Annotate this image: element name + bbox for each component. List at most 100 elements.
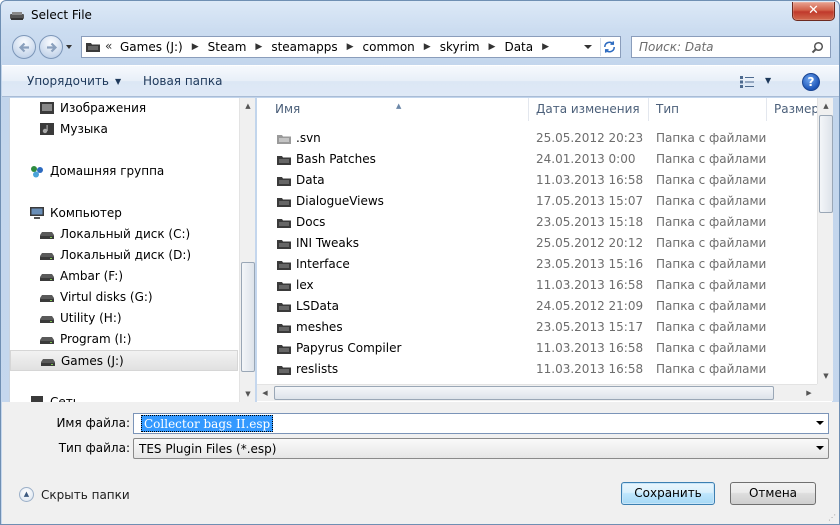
file-row[interactable]: .svn 25.05.2012 20:23 Папка с файлами: [257, 128, 818, 149]
chevron-up-icon: ▲: [19, 487, 34, 502]
sidebar-item[interactable]: Музыка: [10, 119, 238, 140]
file-type: Папка с файлами: [656, 173, 767, 187]
title-bar[interactable]: Select File ✕: [1, 1, 839, 31]
recent-pages-dropdown-icon[interactable]: [65, 43, 73, 51]
chevron-down-icon[interactable]: [816, 446, 824, 450]
chevron-right-icon[interactable]: ▶: [192, 42, 199, 54]
sidebar-item[interactable]: Program (I:): [10, 329, 238, 350]
file-row[interactable]: DialogueViews 17.05.2013 15:07 Папка с фай…: [257, 191, 818, 212]
forward-button[interactable]: [39, 35, 63, 59]
new-folder-button[interactable]: Новая папка: [143, 74, 222, 88]
address-overflow-chevron[interactable]: «: [105, 39, 112, 53]
sidebar-item[interactable]: Локальный диск (D:): [10, 245, 238, 266]
search-icon[interactable]: [811, 41, 824, 54]
scrollbar-thumb[interactable]: [274, 386, 774, 400]
sidebar-item[interactable]: Ambar (F:): [10, 266, 238, 287]
file-row[interactable]: Papyrus Compiler 11.03.2013 16:58 Папка с …: [257, 338, 818, 359]
scrollbar-thumb[interactable]: [819, 115, 833, 213]
chevron-right-icon[interactable]: ▶: [542, 42, 549, 54]
file-row[interactable]: lex 11.03.2013 16:58 Папка с файлами: [257, 275, 818, 296]
column-header-date[interactable]: Дата изменения: [529, 98, 649, 121]
file-date: 11.03.2013 16:58: [536, 341, 644, 355]
sidebar-item[interactable]: Сеть: [10, 392, 238, 402]
folder-icon: [277, 240, 291, 249]
network-icon: [31, 396, 43, 402]
navigation-pane-scrollbar[interactable]: ▲ ▼: [239, 98, 255, 402]
sidebar-item[interactable]: Utility (H:): [10, 308, 238, 329]
drive-icon: [40, 253, 54, 260]
filetype-select[interactable]: TES Plugin Files (*.esp): [133, 438, 829, 459]
sidebar-item-label: Ambar (F:): [60, 269, 123, 283]
scrollbar-thumb[interactable]: [241, 262, 255, 372]
breadcrumb-item[interactable]: Games (J:): [120, 40, 183, 54]
sidebar-item-label: Локальный диск (D:): [60, 248, 192, 262]
file-type: Папка с файлами: [656, 320, 767, 334]
file-date: 23.05.2013 15:17: [536, 320, 644, 334]
filename-field[interactable]: Collector bags II.esp: [133, 413, 829, 434]
folder-icon: [277, 261, 291, 270]
column-header-name[interactable]: ▲ Имя: [257, 98, 529, 121]
chevron-down-icon[interactable]: [816, 421, 824, 425]
sidebar-item[interactable]: Компьютер: [10, 203, 238, 224]
file-type: Папка с файлами: [656, 278, 767, 292]
scroll-up-icon[interactable]: ▲: [818, 98, 834, 114]
search-input[interactable]: Поиск: Data: [639, 40, 714, 54]
sidebar-item-label: Музыка: [60, 122, 108, 136]
scroll-right-icon[interactable]: ▶: [801, 385, 817, 401]
file-row[interactable]: Data 11.03.2013 16:58 Папка с файлами: [257, 170, 818, 191]
drive-icon: [40, 316, 54, 323]
homegroup-icon: [31, 166, 43, 178]
organize-button[interactable]: Упорядочить ▼: [27, 74, 121, 88]
back-button[interactable]: [12, 35, 36, 59]
address-bar[interactable]: « Games (J:) ▶ Steam ▶ steamapps ▶ commo…: [81, 36, 621, 58]
scroll-down-icon[interactable]: ▼: [818, 368, 834, 384]
help-icon[interactable]: ?: [802, 73, 820, 91]
file-row[interactable]: Interface 23.05.2013 15:16 Папка с файлами: [257, 254, 818, 275]
pictures-icon: [40, 102, 54, 114]
filename-input-value[interactable]: Collector bags II.esp: [141, 415, 274, 432]
breadcrumb-item[interactable]: Steam: [208, 40, 247, 54]
file-list-horizontal-scrollbar[interactable]: ◀ ▶: [257, 384, 817, 401]
file-type: Папка с файлами: [656, 236, 767, 250]
file-row[interactable]: Bash Patches 24.01.2013 0:00 Папка с файла…: [257, 149, 818, 170]
scroll-up-icon[interactable]: ▲: [240, 98, 256, 114]
file-row[interactable]: LSData 24.05.2012 21:09 Папка с файлами: [257, 296, 818, 317]
resize-grip-icon[interactable]: ⋰: [828, 513, 836, 522]
file-list-scrollbar[interactable]: ▲ ▼: [817, 98, 833, 384]
chevron-right-icon[interactable]: ▶: [347, 42, 354, 54]
sidebar-item[interactable]: Virtul disks (G:): [10, 287, 238, 308]
breadcrumb-item[interactable]: common: [363, 40, 415, 54]
file-row[interactable]: Docs 23.05.2013 15:18 Папка с файлами: [257, 212, 818, 233]
column-header-type[interactable]: Тип: [649, 98, 767, 121]
sidebar-item[interactable]: Домашняя группа: [10, 161, 238, 182]
chevron-right-icon[interactable]: ▶: [424, 42, 431, 54]
arrow-right-icon: [47, 42, 58, 53]
view-dropdown-icon[interactable]: ▼: [765, 76, 771, 85]
refresh-icon[interactable]: [600, 38, 618, 56]
file-date: 24.05.2012 21:09: [536, 299, 644, 313]
file-type: Папка с файлами: [656, 131, 767, 145]
filetype-selected-value: TES Plugin Files (*.esp): [139, 442, 277, 456]
scroll-left-icon[interactable]: ◀: [257, 385, 273, 401]
breadcrumb-item[interactable]: skyrim: [440, 40, 480, 54]
cancel-button[interactable]: Отмена: [730, 482, 816, 505]
scroll-down-icon[interactable]: ▼: [240, 386, 256, 402]
address-dropdown-icon[interactable]: [582, 37, 594, 57]
save-button[interactable]: Сохранить: [621, 482, 715, 505]
close-button[interactable]: ✕: [792, 2, 835, 21]
view-details-icon[interactable]: [739, 75, 755, 89]
file-row[interactable]: INI Tweaks 25.05.2012 20:12 Папка с файлам…: [257, 233, 818, 254]
chevron-right-icon[interactable]: ▶: [489, 42, 496, 54]
search-box[interactable]: Поиск: Data: [631, 36, 831, 58]
file-type: Папка с файлами: [656, 257, 767, 271]
breadcrumb-item[interactable]: steamapps: [271, 40, 337, 54]
sidebar-item[interactable]: Локальный диск (C:): [10, 224, 238, 245]
file-row[interactable]: meshes 23.05.2013 15:17 Папка с файлами: [257, 317, 818, 338]
chevron-right-icon[interactable]: ▶: [255, 42, 262, 54]
sidebar-item[interactable]: Изображения: [10, 98, 238, 119]
filetype-label: Тип файла:: [58, 441, 130, 455]
file-row[interactable]: reslists 11.03.2013 16:58 Папка с файлами: [257, 359, 818, 380]
breadcrumb-item[interactable]: Data: [504, 40, 533, 54]
file-type: Папка с файлами: [656, 152, 767, 166]
sidebar-item[interactable]: Games (J:): [10, 350, 238, 371]
